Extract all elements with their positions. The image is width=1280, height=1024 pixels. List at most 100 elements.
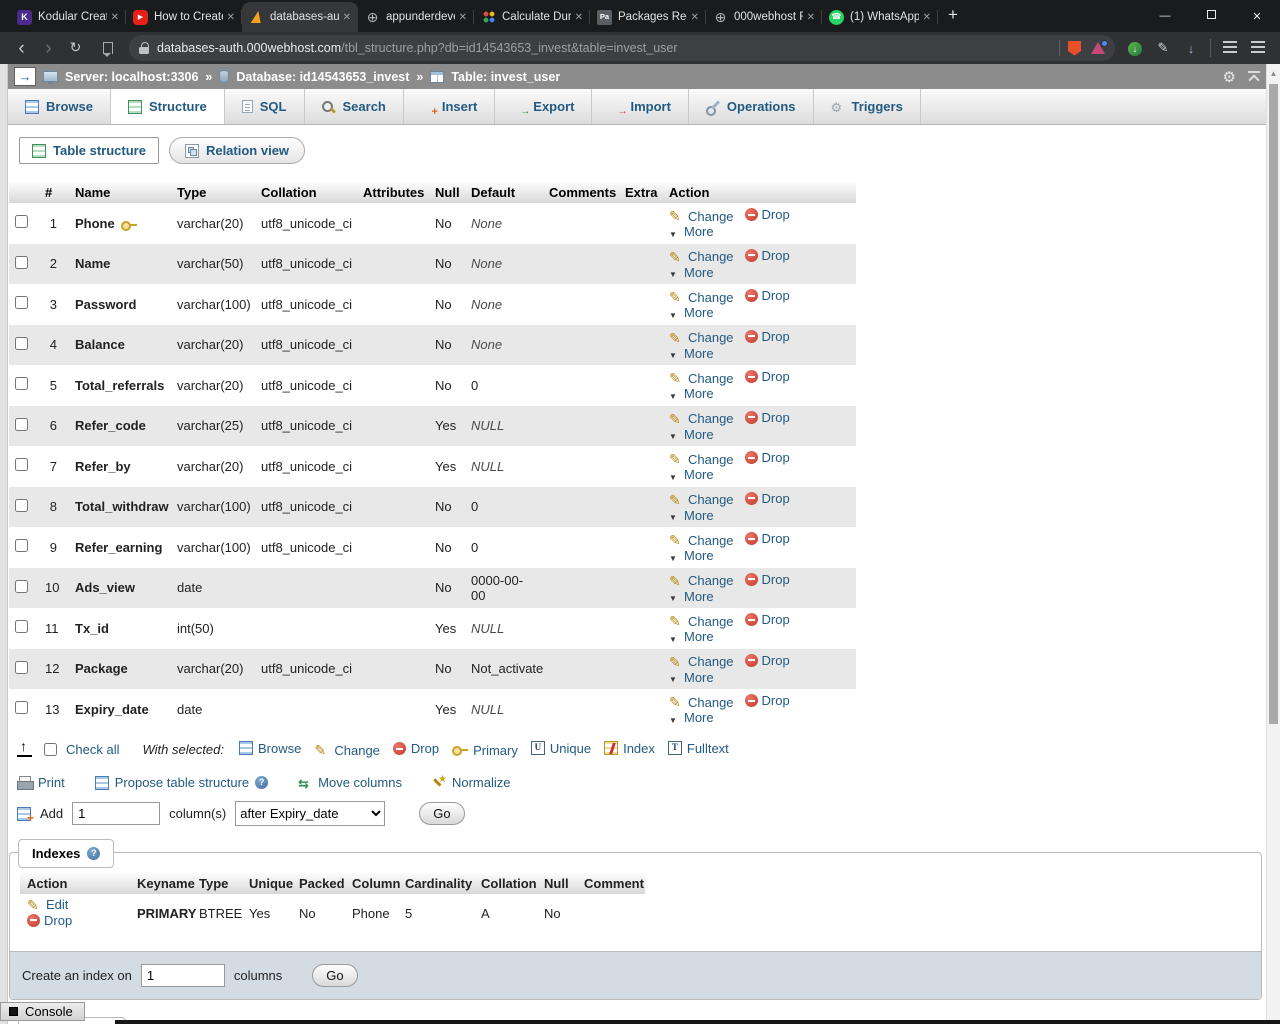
row-checkbox[interactable] xyxy=(15,539,28,552)
drop-link[interactable]: Drop xyxy=(745,693,790,708)
drop-link[interactable]: Drop xyxy=(745,612,790,627)
add-column-count-input[interactable] xyxy=(72,802,160,825)
tab-triggers[interactable]: Triggers xyxy=(814,89,921,124)
with-selected-unique[interactable]: Unique xyxy=(531,741,591,756)
with-selected-change[interactable]: Change xyxy=(314,743,380,758)
tab-close-icon[interactable] xyxy=(691,12,699,23)
more-link[interactable]: More xyxy=(669,305,714,320)
playlist-icon[interactable] xyxy=(1218,41,1242,56)
close-button[interactable]: ✕ xyxy=(1234,10,1280,23)
new-tab-button[interactable]: + xyxy=(948,5,958,25)
row-checkbox[interactable] xyxy=(15,296,28,309)
change-link[interactable]: Change xyxy=(669,209,734,224)
browser-tab[interactable]: ⊕appunderdeve xyxy=(358,2,474,32)
row-checkbox[interactable] xyxy=(15,620,28,633)
help-icon[interactable] xyxy=(255,776,268,789)
drop-link[interactable]: Drop xyxy=(745,410,790,425)
with-selected-primary[interactable]: Primary xyxy=(452,743,518,758)
console-bar[interactable]: Console xyxy=(0,1002,85,1021)
tab-search[interactable]: Search xyxy=(305,89,404,124)
browser-tab[interactable]: ☎(1) WhatsApp xyxy=(822,2,938,32)
tab-operations[interactable]: Operations xyxy=(689,89,814,124)
change-link[interactable]: Change xyxy=(669,533,734,548)
edit-index-link[interactable]: Edit xyxy=(27,897,68,912)
row-checkbox[interactable] xyxy=(15,337,28,350)
tab-export[interactable]: Export xyxy=(495,89,592,124)
reload-button[interactable] xyxy=(62,40,89,56)
tab-sql[interactable]: SQL xyxy=(225,89,305,124)
more-link[interactable]: More xyxy=(669,629,714,644)
tool-propose-table-structure[interactable]: Propose table structure xyxy=(95,775,268,790)
tab-import[interactable]: Import xyxy=(592,89,688,124)
scrollbar-thumb[interactable] xyxy=(1269,84,1278,724)
url-text[interactable]: databases-auth.000webhost.com/tbl_struct… xyxy=(157,41,1051,55)
add-column-position-select[interactable]: after Expiry_date xyxy=(235,801,385,826)
more-link[interactable]: More xyxy=(669,589,714,604)
more-link[interactable]: More xyxy=(669,508,714,523)
row-checkbox[interactable] xyxy=(15,580,28,593)
address-bar[interactable]: databases-auth.000webhost.com/tbl_struct… xyxy=(129,35,1115,61)
tool-move-columns[interactable]: Move columns xyxy=(298,775,402,790)
back-button[interactable] xyxy=(8,39,35,58)
with-selected-drop[interactable]: Drop xyxy=(393,741,439,756)
row-checkbox[interactable] xyxy=(15,701,28,714)
restore-button[interactable] xyxy=(1188,10,1234,22)
with-selected-index[interactable]: Index xyxy=(604,741,655,756)
relation-view-button[interactable]: Relation view xyxy=(169,137,305,164)
with-selected-fulltext[interactable]: Fulltext xyxy=(668,741,729,756)
with-selected-browse[interactable]: Browse xyxy=(239,741,301,756)
row-checkbox[interactable] xyxy=(15,661,28,674)
change-link[interactable]: Change xyxy=(669,330,734,345)
drop-link[interactable]: Drop xyxy=(745,531,790,546)
check-all-checkbox[interactable] xyxy=(44,743,57,756)
row-checkbox[interactable] xyxy=(15,377,28,390)
row-checkbox[interactable] xyxy=(15,215,28,228)
brave-shield-icon[interactable] xyxy=(1068,41,1081,56)
drop-link[interactable]: Drop xyxy=(745,207,790,222)
tab-structure[interactable]: Structure xyxy=(111,89,225,124)
tab-close-icon[interactable] xyxy=(459,12,467,23)
bookmark-icon[interactable] xyxy=(103,42,113,54)
pen-extension-icon[interactable] xyxy=(1151,40,1175,56)
drop-index-link[interactable]: Drop xyxy=(27,913,72,928)
collapse-icon[interactable] xyxy=(1248,71,1260,82)
change-link[interactable]: Change xyxy=(669,654,734,669)
tab-close-icon[interactable] xyxy=(575,12,583,23)
row-checkbox[interactable] xyxy=(15,256,28,269)
row-checkbox[interactable] xyxy=(15,418,28,431)
create-index-count-input[interactable] xyxy=(141,964,225,987)
change-link[interactable]: Change xyxy=(669,249,734,264)
more-link[interactable]: More xyxy=(669,670,714,685)
drop-link[interactable]: Drop xyxy=(745,653,790,668)
change-link[interactable]: Change xyxy=(669,290,734,305)
more-link[interactable]: More xyxy=(669,427,714,442)
drop-link[interactable]: Drop xyxy=(745,248,790,263)
browser-tab[interactable]: ⊕000webhost F xyxy=(706,2,822,32)
table-structure-button[interactable]: Table structure xyxy=(19,137,159,164)
idm-extension-icon[interactable] xyxy=(1123,40,1147,56)
drop-link[interactable]: Drop xyxy=(745,329,790,344)
minimize-button[interactable]: — xyxy=(1142,10,1188,22)
create-index-go-button[interactable]: Go xyxy=(312,964,357,987)
scrollbar[interactable] xyxy=(1266,64,1280,1024)
change-link[interactable]: Change xyxy=(669,614,734,629)
tool-normalize[interactable]: Normalize xyxy=(432,775,511,790)
drop-link[interactable]: Drop xyxy=(745,491,790,506)
more-link[interactable]: More xyxy=(669,346,714,361)
row-checkbox[interactable] xyxy=(15,499,28,512)
more-link[interactable]: More xyxy=(669,224,714,239)
scroll-up-arrow[interactable] xyxy=(1267,64,1280,78)
browser-tab[interactable]: PaPackages Requ xyxy=(590,2,706,32)
tab-close-icon[interactable] xyxy=(227,12,235,23)
drop-link[interactable]: Drop xyxy=(745,572,790,587)
tab-close-icon[interactable] xyxy=(923,12,931,23)
drop-link[interactable]: Drop xyxy=(745,450,790,465)
settings-gear-icon[interactable] xyxy=(1223,68,1236,86)
download-extension-icon[interactable] xyxy=(1179,41,1203,56)
add-column-go-button[interactable]: Go xyxy=(419,802,464,825)
breadcrumb-server[interactable]: Server: localhost:3306 xyxy=(65,70,198,84)
change-link[interactable]: Change xyxy=(669,452,734,467)
row-checkbox[interactable] xyxy=(15,458,28,471)
drop-link[interactable]: Drop xyxy=(745,288,790,303)
change-link[interactable]: Change xyxy=(669,411,734,426)
